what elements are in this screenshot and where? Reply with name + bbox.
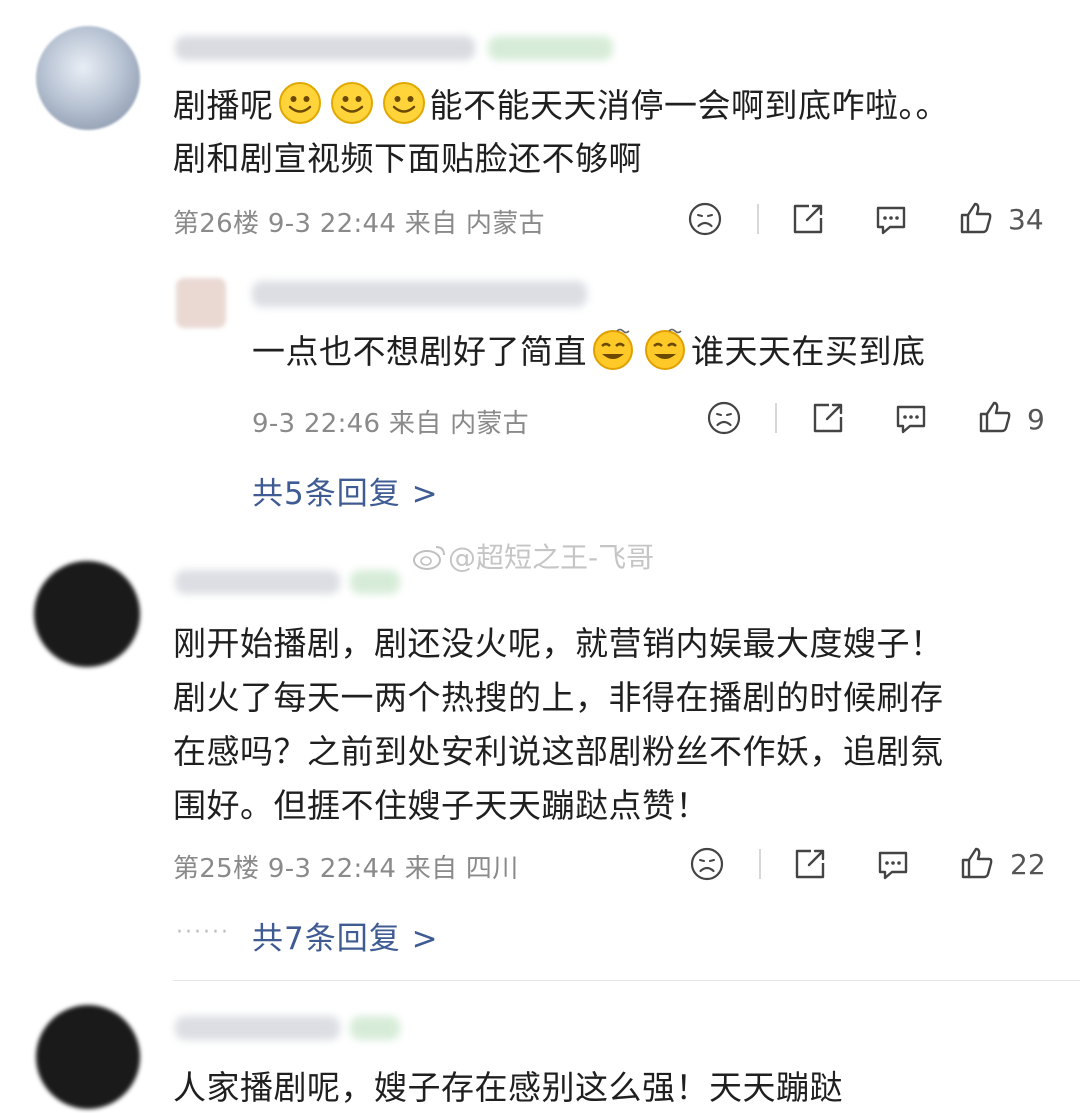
like-thumb-icon[interactable]: [976, 398, 1014, 436]
action-separator: [759, 849, 761, 879]
avatar[interactable]: [36, 1005, 140, 1109]
comment-text-segment: 剧播呢: [173, 86, 274, 125]
user-badge-blurred: [488, 36, 613, 60]
comment-icon[interactable]: [874, 845, 912, 883]
smile-emoji-icon: [278, 81, 322, 125]
username-blurred[interactable]: [175, 36, 475, 60]
smile-emoji-icon: [330, 81, 374, 125]
like-count: 34: [1008, 203, 1044, 236]
user-badge-blurred: [350, 570, 400, 594]
more-replies-link[interactable]: 共5条回复 >: [252, 468, 439, 513]
comment-icon[interactable]: [872, 200, 910, 238]
comment-text-line: 在感吗？之前到处安利说这部剧粉丝不作妖，追剧氛: [173, 732, 944, 771]
username-blurred[interactable]: [175, 1016, 340, 1040]
comment-text-line: 剧和剧宣视频下面贴脸还不够啊: [173, 139, 642, 178]
dislike-sad-icon[interactable]: [705, 399, 743, 437]
comment-text-line: 刚开始播剧，剧还没火呢，就营销内娱最大度嫂子！: [173, 624, 944, 663]
comment-text-line: 围好。但捱不住嫂子天天蹦跶点赞！: [173, 786, 709, 825]
dizzy-smile-emoji-icon: [591, 327, 635, 371]
comment-text-line: 剧播呢 能不能天天消停一会啊到底咋啦。。: [173, 80, 949, 131]
username-blurred[interactable]: [175, 570, 340, 594]
dislike-sad-icon[interactable]: [686, 200, 724, 238]
smile-emoji-icon: [382, 81, 426, 125]
comment-icon[interactable]: [892, 399, 930, 437]
dislike-sad-icon[interactable]: [688, 845, 726, 883]
share-icon[interactable]: [789, 200, 827, 238]
like-count: 9: [1027, 403, 1045, 436]
watermark: @超短之王-飞哥: [412, 536, 654, 576]
comment-meta: 第25楼 9-3 22:44 来自 四川: [173, 854, 519, 884]
like-count: 22: [1010, 848, 1046, 881]
share-icon[interactable]: [809, 399, 847, 437]
watermark-text: @超短之王-飞哥: [448, 541, 655, 574]
reply-text-segment: 谁天天在买到底: [691, 332, 926, 371]
more-replies-link[interactable]: 共7条回复 >: [252, 913, 439, 958]
weibo-logo-icon: [412, 543, 448, 571]
comment-divider: [173, 980, 1080, 981]
avatar[interactable]: [36, 26, 140, 130]
reply-text-line: 一点也不想剧好了简直 谁天天在买到底: [252, 326, 926, 377]
action-separator: [775, 403, 777, 433]
like-thumb-icon[interactable]: [958, 844, 996, 882]
comment-text-line: 人家播剧呢，嫂子存在感别这么强！天天蹦跶: [173, 1068, 843, 1107]
action-separator: [757, 204, 759, 234]
share-icon[interactable]: [791, 845, 829, 883]
reply-avatar[interactable]: [176, 278, 226, 328]
comment-text-line: 剧火了每天一两个热搜的上，非得在播剧的时候刷存: [173, 678, 944, 717]
avatar[interactable]: [34, 561, 140, 667]
comment-meta: 第26楼 9-3 22:44 来自 内蒙古: [173, 209, 545, 239]
like-thumb-icon[interactable]: [957, 199, 995, 237]
user-badge-blurred: [350, 1016, 400, 1040]
reply-text-segment: 一点也不想剧好了简直: [252, 332, 587, 371]
dizzy-smile-emoji-icon: [643, 327, 687, 371]
reply-username-blurred[interactable]: [252, 281, 587, 307]
reply-thread-dots: ······: [176, 920, 230, 945]
reply-meta: 9-3 22:46 来自 内蒙古: [252, 409, 529, 439]
comment-text-segment: 能不能天天消停一会啊到底咋啦。。: [429, 86, 949, 125]
